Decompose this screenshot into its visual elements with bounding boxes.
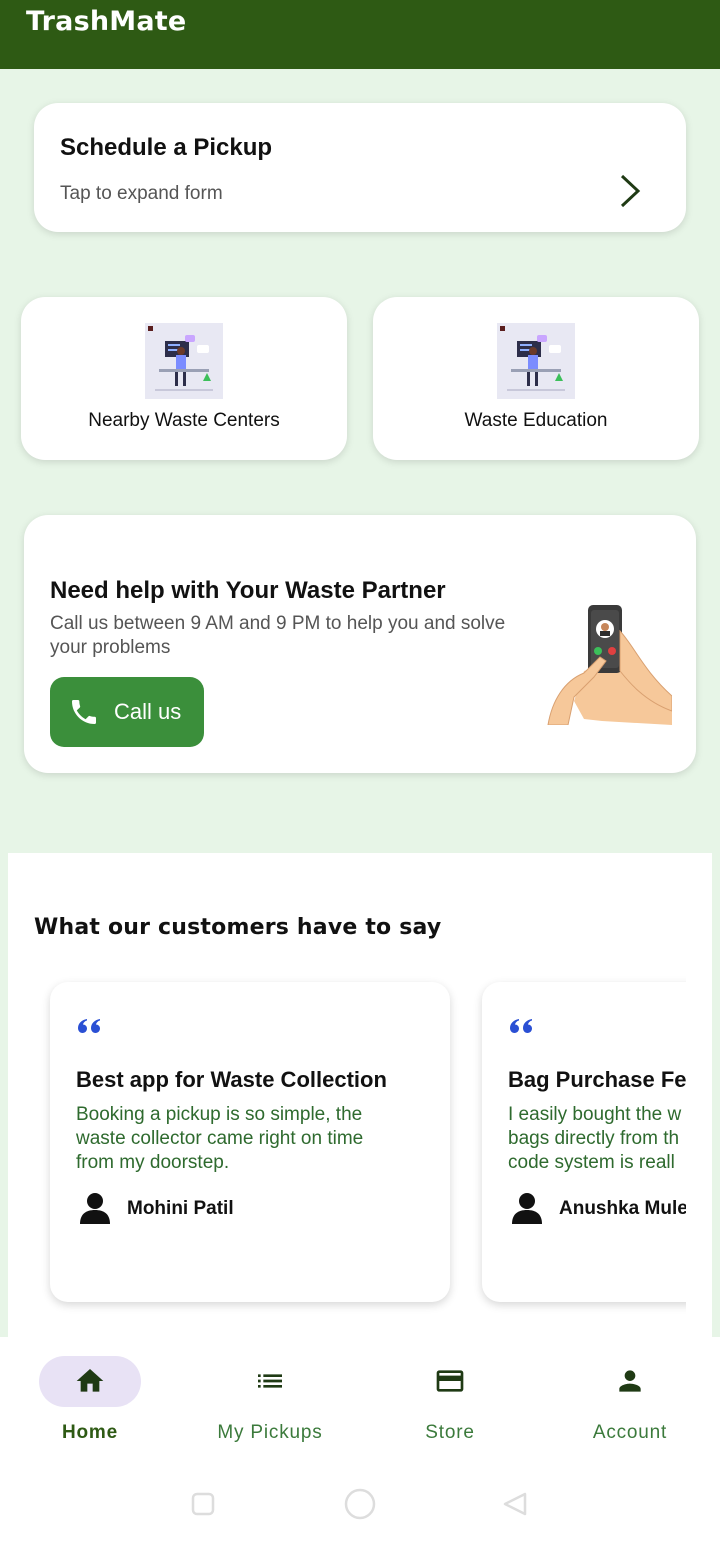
testimonial-card: Best app for Waste Collection Booking a … — [50, 982, 450, 1302]
phone-call-illustration — [547, 605, 672, 725]
nav-item-account[interactable]: Account — [540, 1337, 720, 1455]
testimonial-title: Bag Purchase Fea — [508, 1067, 686, 1092]
quote-icon — [510, 1019, 532, 1033]
nav-label: My Pickups — [217, 1422, 323, 1443]
recents-icon[interactable] — [190, 1491, 216, 1517]
app-bar: TrashMate — [0, 0, 720, 69]
call-us-label: Call us — [114, 699, 182, 724]
call-us-button[interactable]: Call us — [50, 677, 204, 747]
person-icon — [619, 1370, 641, 1392]
testimonial-body: I easily bought the w bags directly from… — [508, 1104, 682, 1173]
testimonial-card: Bag Purchase Fea I easily bought the w b… — [482, 982, 686, 1302]
home-circle-icon[interactable] — [343, 1487, 377, 1521]
testimonial-author: Anushka Mule — [559, 1198, 686, 1219]
back-icon[interactable] — [502, 1491, 528, 1517]
quick-link-label: Nearby Waste Centers — [88, 410, 280, 431]
nav-item-home[interactable]: Home — [0, 1337, 180, 1455]
schedule-subtitle: Tap to expand form — [60, 183, 223, 204]
developer-illustration-image — [145, 323, 223, 399]
help-title: Need help with Your Waste Partner — [50, 577, 446, 604]
testimonial-carousel[interactable]: Best app for Waste Collection Booking a … — [8, 963, 686, 1337]
quick-link-label: Waste Education — [464, 410, 608, 431]
bottom-navigation: Home My Pickups Store Account — [0, 1337, 720, 1455]
home-icon — [76, 1369, 104, 1392]
testimonials-section: What our customers have to say Best app … — [8, 853, 712, 1337]
help-subtitle: Call us between 9 AM and 9 PM to help yo… — [50, 613, 506, 658]
user-avatar-icon — [80, 1193, 110, 1224]
testimonial-title: Best app for Waste Collection — [76, 1067, 387, 1092]
system-navigation-bar — [0, 1455, 720, 1541]
list-icon — [258, 1374, 282, 1388]
testimonial-author: Mohini Patil — [127, 1198, 234, 1219]
waste-education-tile[interactable]: Waste Education — [373, 297, 699, 460]
help-card: Need help with Your Waste Partner Call u… — [24, 515, 696, 773]
nav-label: Store — [425, 1422, 475, 1443]
quote-icon — [78, 1019, 100, 1033]
app-title: TrashMate — [26, 6, 187, 37]
testimonials-heading: What our customers have to say — [34, 915, 442, 940]
schedule-pickup-card[interactable]: Schedule a Pickup Tap to expand form — [34, 103, 686, 232]
card-icon — [436, 1370, 464, 1392]
schedule-title: Schedule a Pickup — [60, 134, 273, 161]
user-avatar-icon — [512, 1193, 542, 1224]
developer-illustration-image — [497, 323, 575, 399]
nav-item-store[interactable]: Store — [360, 1337, 540, 1455]
testimonial-body: Booking a pickup is so simple, the waste… — [76, 1104, 364, 1173]
nav-label: Home — [62, 1422, 118, 1443]
nav-item-my-pickups[interactable]: My Pickups — [180, 1337, 360, 1455]
chevron-right-icon[interactable] — [618, 173, 642, 209]
phone-icon — [72, 700, 96, 724]
nav-label: Account — [592, 1422, 668, 1443]
nearby-waste-centers-tile[interactable]: Nearby Waste Centers — [21, 297, 347, 460]
